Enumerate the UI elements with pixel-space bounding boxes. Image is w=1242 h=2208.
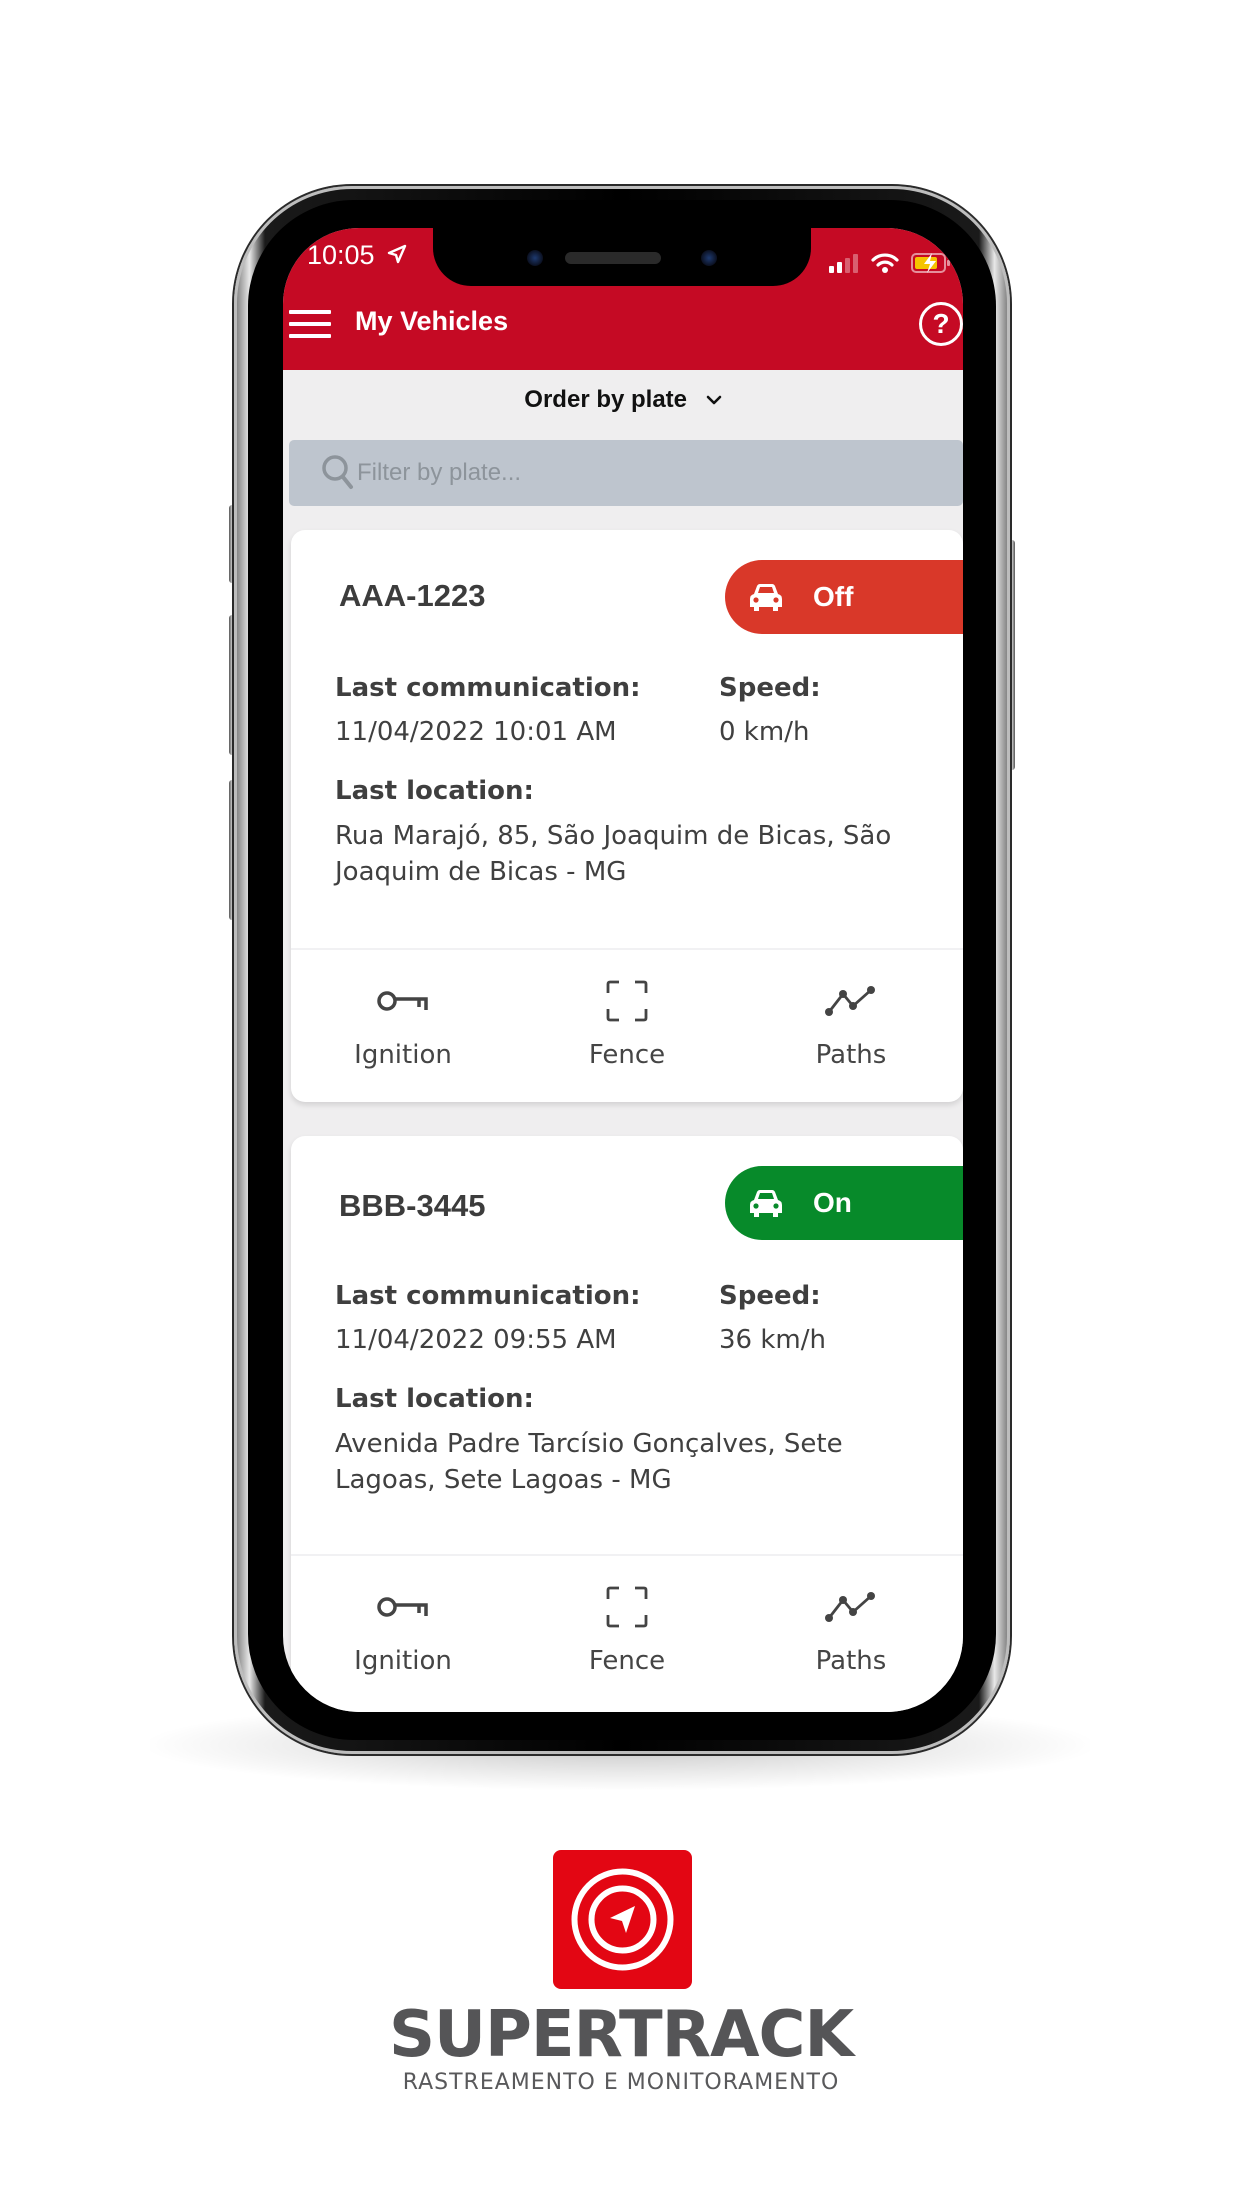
vehicle-actions: Ignition Fence Paths <box>291 1556 963 1706</box>
fence-frame-icon <box>605 1582 649 1632</box>
help-button[interactable]: ? <box>919 302 963 346</box>
car-icon <box>750 584 782 611</box>
brand-logo <box>553 1850 692 1989</box>
last-communication-value: 11/04/2022 09:55 AM <box>335 1325 617 1355</box>
vehicle-plate: BBB-3445 <box>339 1188 486 1223</box>
last-communication-value: 11/04/2022 10:01 AM <box>335 717 617 747</box>
paths-label: Paths <box>815 1040 887 1070</box>
paths-chart-icon <box>824 1582 878 1632</box>
page-title: My Vehicles <box>355 306 509 336</box>
chevron-down-icon <box>706 392 722 410</box>
paths-button[interactable]: Paths <box>739 1556 963 1706</box>
ignition-status-badge[interactable]: Off <box>725 560 963 634</box>
order-by-label: Order by plate <box>524 386 688 413</box>
speed-value: 0 km/h <box>719 717 810 747</box>
ignition-label: Ignition <box>354 1646 452 1676</box>
last-location-label: Last location: <box>335 1384 534 1414</box>
plate-filter-input[interactable] <box>357 459 917 487</box>
last-location-value: Avenida Padre Tarcísio Gonçalves, Sete L… <box>335 1429 843 1495</box>
order-by-dropdown[interactable]: Order by plate <box>283 386 963 414</box>
last-location-label: Last location: <box>335 776 534 806</box>
fence-label: Fence <box>588 1646 666 1676</box>
battery-charging-icon <box>911 253 950 273</box>
paths-button[interactable]: Paths <box>739 950 963 1100</box>
target-navigation-icon <box>571 1868 674 1971</box>
last-communication-label: Last communication: <box>335 673 641 703</box>
fence-button[interactable]: Fence <box>515 1556 739 1706</box>
key-icon <box>376 1582 430 1632</box>
hamburger-menu-button[interactable] <box>289 310 331 342</box>
last-location-value: Rua Marajó, 85, São Joaquim de Bicas, Sã… <box>335 821 892 887</box>
ignition-label: Ignition <box>354 1040 452 1070</box>
ignition-status-badge[interactable]: On <box>725 1166 963 1240</box>
cellular-signal-icon <box>829 254 858 273</box>
paths-chart-icon <box>824 976 878 1026</box>
app-screen: 10:05 My Vehicles ? Order by plate Filte… <box>283 228 963 1712</box>
brand-name: SUPERTRACK <box>388 1998 854 2072</box>
status-bar-time: 10:05 <box>307 240 408 271</box>
plate-filter-field[interactable] <box>289 440 963 506</box>
search-icon <box>322 455 353 489</box>
fence-button[interactable]: Fence <box>515 950 739 1100</box>
vehicle-plate: AAA-1223 <box>339 578 486 613</box>
wifi-icon <box>871 253 899 273</box>
key-icon <box>376 976 430 1026</box>
car-icon <box>750 1190 782 1217</box>
speed-value: 36 km/h <box>719 1325 826 1355</box>
earpiece-speaker <box>565 252 661 264</box>
front-camera <box>527 250 543 266</box>
front-sensor <box>701 250 717 266</box>
status-time-text: 10:05 <box>307 240 375 270</box>
speed-label: Speed: <box>719 1281 821 1311</box>
fence-label: Fence <box>588 1040 666 1070</box>
paths-label: Paths <box>815 1646 887 1676</box>
app-header: 10:05 My Vehicles ? <box>283 228 963 370</box>
ignition-status-text: Off <box>813 581 854 612</box>
speed-label: Speed: <box>719 673 821 703</box>
ignition-button[interactable]: Ignition <box>291 950 515 1100</box>
location-arrow-icon <box>387 244 407 264</box>
vehicle-card[interactable]: BBB-3445 On Last communication: 11/04/20… <box>291 1136 963 1712</box>
vehicle-actions: Ignition Fence Paths <box>291 950 963 1100</box>
status-bar-icons <box>829 252 951 274</box>
vehicle-card[interactable]: AAA-1223 Off Last communication: 11/04/2… <box>291 530 963 1102</box>
last-communication-label: Last communication: <box>335 1281 641 1311</box>
brand-tagline: RASTREAMENTO E MONITORAMENTO <box>402 2070 840 2095</box>
fence-frame-icon <box>605 976 649 1026</box>
phone-notch <box>433 228 811 286</box>
ignition-button[interactable]: Ignition <box>291 1556 515 1706</box>
ignition-status-text: On <box>813 1187 852 1218</box>
